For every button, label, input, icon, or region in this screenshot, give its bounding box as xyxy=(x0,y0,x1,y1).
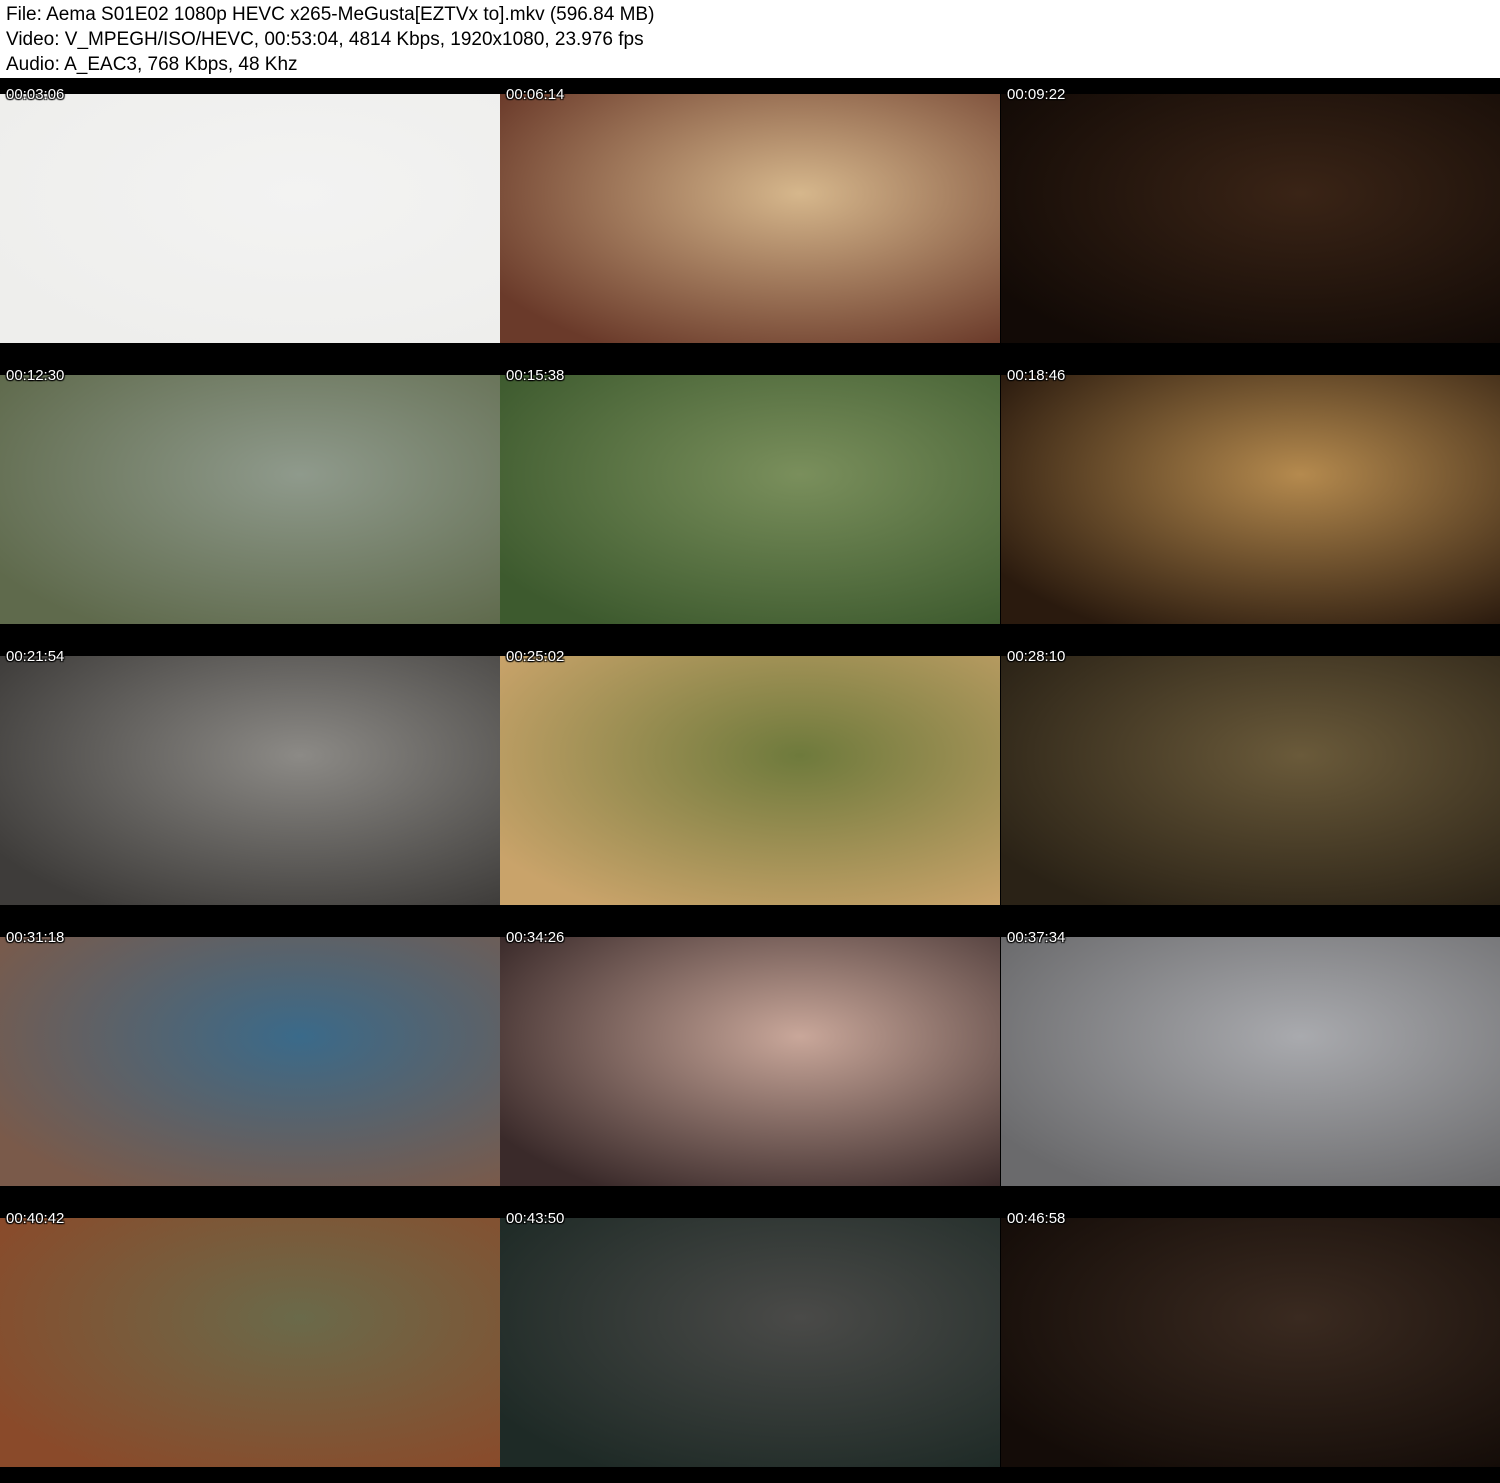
thumbnail-timestamp: 00:40:42 xyxy=(6,1210,65,1227)
thumbnail-timestamp: 00:18:46 xyxy=(1007,367,1066,384)
thumbnail-frame xyxy=(1001,1218,1500,1467)
thumbnail: 00:09:22 xyxy=(1001,78,1500,359)
thumbnail-frame xyxy=(0,94,500,343)
thumbnail-frame xyxy=(1001,94,1500,343)
thumbnail: 00:43:50 xyxy=(500,1202,1000,1483)
thumbnail-timestamp: 00:15:38 xyxy=(506,367,565,384)
thumbnail-timestamp: 00:46:58 xyxy=(1007,1210,1066,1227)
thumbnail-timestamp: 00:21:54 xyxy=(6,648,65,665)
thumbnail-frame xyxy=(500,937,1000,1186)
thumbnail-timestamp: 00:25:02 xyxy=(506,648,565,665)
thumbnail: 00:31:18 xyxy=(0,921,500,1202)
video-info: Video: V_MPEGH/ISO/HEVC, 00:53:04, 4814 … xyxy=(6,29,644,50)
thumbnail-frame xyxy=(1001,375,1500,624)
thumbnail: 00:46:58 xyxy=(1001,1202,1500,1483)
thumbnail-frame xyxy=(0,656,500,905)
thumbnail-frame xyxy=(1001,656,1500,905)
thumbnail: 00:06:14 xyxy=(500,78,1000,359)
thumbnail-timestamp: 00:43:50 xyxy=(506,1210,565,1227)
thumbnail-timestamp: 00:37:34 xyxy=(1007,929,1066,946)
thumbnail-frame xyxy=(0,1218,500,1467)
thumbnail: 00:34:26 xyxy=(500,921,1000,1202)
thumbnail: 00:28:10 xyxy=(1001,640,1500,921)
file-info: File: Aema S01E02 1080p HEVC x265-MeGust… xyxy=(6,4,655,25)
thumbnail: 00:03:06 xyxy=(0,78,500,359)
thumbnail: 00:15:38 xyxy=(500,359,1000,640)
thumbnail-frame xyxy=(500,1218,1000,1467)
thumbnail-frame xyxy=(0,937,500,1186)
thumbnail-frame xyxy=(500,375,1000,624)
info-header: File: Aema S01E02 1080p HEVC x265-MeGust… xyxy=(0,0,1500,78)
audio-info: Audio: A_EAC3, 768 Kbps, 48 Khz xyxy=(6,54,298,75)
thumbnail-timestamp: 00:28:10 xyxy=(1007,648,1066,665)
thumbnail: 00:40:42 xyxy=(0,1202,500,1483)
thumbnail-timestamp: 00:34:26 xyxy=(506,929,565,946)
thumbnail-frame xyxy=(1001,937,1500,1186)
thumbnail-timestamp: 00:09:22 xyxy=(1007,86,1066,103)
thumbnail: 00:12:30 xyxy=(0,359,500,640)
thumbnail-frame xyxy=(500,656,1000,905)
thumbnail: 00:37:34 xyxy=(1001,921,1500,1202)
thumbnail-timestamp: 00:06:14 xyxy=(506,86,565,103)
thumbnail-frame xyxy=(0,375,500,624)
thumbnail-timestamp: 00:03:06 xyxy=(6,86,65,103)
thumbnail: 00:21:54 xyxy=(0,640,500,921)
thumbnail-frame xyxy=(500,94,1000,343)
thumbnail-timestamp: 00:12:30 xyxy=(6,367,65,384)
thumbnail: 00:25:02 xyxy=(500,640,1000,921)
thumbnail-timestamp: 00:31:18 xyxy=(6,929,65,946)
thumbnail: 00:18:46 xyxy=(1001,359,1500,640)
